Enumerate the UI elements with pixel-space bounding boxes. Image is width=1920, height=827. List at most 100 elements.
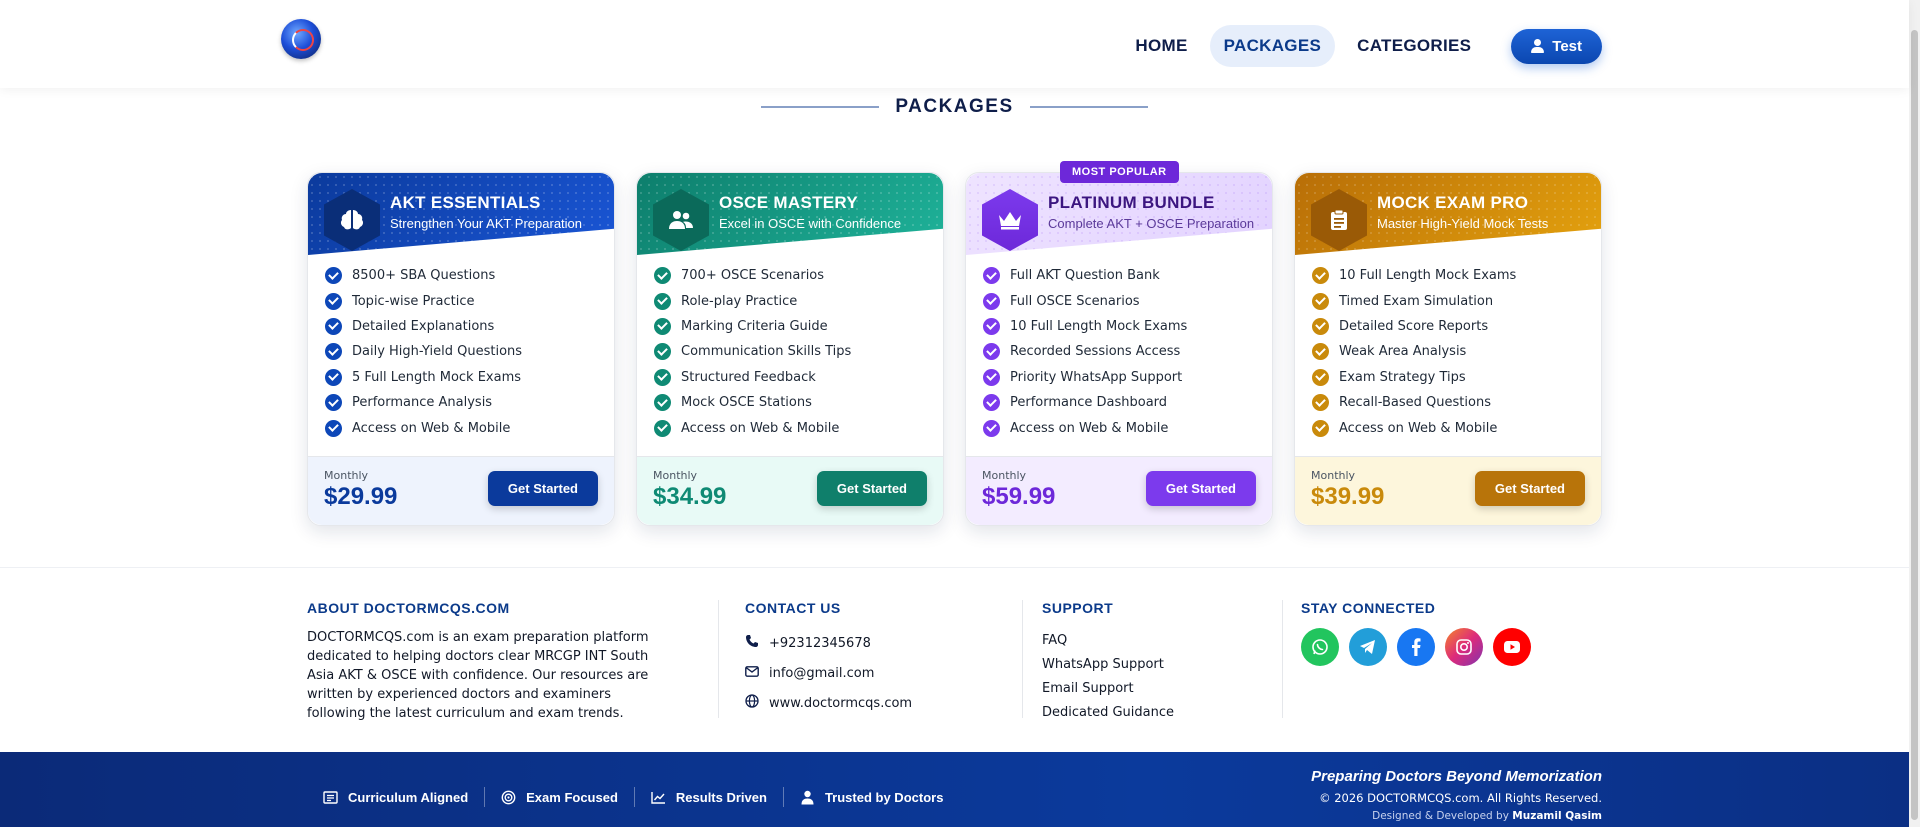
bottom-bar: Curriculum Aligned Exam Focused Results … — [0, 752, 1909, 827]
list-item: Topic-wise Practice — [325, 288, 614, 313]
user-menu-button[interactable]: Test — [1511, 28, 1602, 64]
card-header: AKT ESSENTIALS Strengthen Your AKT Prepa… — [308, 173, 614, 255]
card-header: MOCK EXAM PRO Master High-Yield Mock Tes… — [1295, 173, 1601, 255]
user-icon — [1531, 39, 1545, 53]
check-icon — [654, 394, 671, 412]
list-item: Performance Dashboard — [983, 390, 1272, 415]
nav-home[interactable]: HOME — [1121, 25, 1201, 67]
list-item: Access on Web & Mobile — [654, 415, 943, 440]
developer-link[interactable]: Muzamil Qasim — [1512, 810, 1602, 822]
check-icon — [983, 343, 1000, 361]
scrollbar-thumb[interactable] — [1911, 30, 1918, 820]
list-item: 10 Full Length Mock Exams — [1312, 263, 1601, 288]
feature-label: 700+ OSCE Scenarios — [681, 268, 825, 284]
check-icon — [654, 317, 671, 335]
trust-item: Exam Focused — [485, 790, 634, 805]
list-item: Access on Web & Mobile — [1312, 415, 1601, 440]
telegram-icon[interactable] — [1349, 628, 1387, 666]
navbar: HOME PACKAGES CATEGORIES Test — [0, 0, 1909, 88]
check-icon — [1312, 394, 1329, 412]
check-icon — [1312, 419, 1329, 437]
section-title: PACKAGES — [895, 96, 1014, 117]
section-heading: PACKAGES — [0, 96, 1909, 118]
clipboard-icon — [1311, 189, 1367, 251]
feature-label: Topic-wise Practice — [352, 293, 475, 309]
list-item: Detailed Explanations — [325, 314, 614, 339]
card-footer: Monthly $29.99 Get Started — [308, 456, 614, 525]
billing-period: Monthly — [324, 469, 369, 482]
feature-label: Detailed Explanations — [352, 318, 495, 334]
check-icon — [1312, 292, 1329, 310]
social-links — [1301, 628, 1531, 666]
credits-prefix: Designed & Developed by — [1372, 810, 1509, 822]
contact-email[interactable]: info@gmail.com — [745, 658, 912, 688]
contact-phone[interactable]: +92312345678 — [745, 628, 912, 658]
user-name: Test — [1552, 37, 1582, 55]
feature-label: 10 Full Length Mock Exams — [1010, 318, 1188, 334]
check-icon — [983, 394, 1000, 412]
feature-list: 8500+ SBA Questions Topic-wise Practice … — [308, 255, 614, 441]
site-logo[interactable] — [281, 19, 321, 59]
page-scrollbar[interactable] — [1909, 0, 1920, 827]
list-item: 5 Full Length Mock Exams — [325, 365, 614, 390]
billing-period: Monthly — [1311, 469, 1356, 482]
youtube-icon[interactable] — [1493, 628, 1531, 666]
facebook-icon[interactable] — [1397, 628, 1435, 666]
heading-line-right — [1029, 106, 1148, 108]
check-icon — [654, 267, 671, 285]
book-icon — [323, 790, 338, 804]
feature-label: Weak Area Analysis — [1339, 344, 1467, 360]
check-icon — [983, 317, 1000, 335]
tagline: Preparing Doctors Beyond Memorization — [1311, 768, 1602, 785]
feature-label: Timed Exam Simulation — [1339, 293, 1494, 309]
crown-icon — [982, 189, 1038, 251]
list-item: 10 Full Length Mock Exams — [983, 314, 1272, 339]
get-started-button[interactable]: Get Started — [816, 471, 927, 506]
contact-website[interactable]: www.doctormcqs.com — [745, 688, 912, 718]
globe-icon — [745, 694, 759, 712]
trust-label: Trusted by Doctors — [824, 789, 944, 805]
whatsapp-icon[interactable] — [1301, 628, 1339, 666]
price: $39.99 — [1311, 483, 1385, 510]
get-started-button[interactable]: Get Started — [487, 471, 598, 506]
list-item: Timed Exam Simulation — [1312, 288, 1601, 313]
feature-label: Access on Web & Mobile — [1010, 420, 1169, 436]
list-item: Full OSCE Scenarios — [983, 288, 1272, 313]
support-link-guidance[interactable]: Dedicated Guidance — [1042, 700, 1174, 724]
card-subtitle: Excel in OSCE with Confidence — [719, 216, 902, 231]
instagram-icon[interactable] — [1445, 628, 1483, 666]
feature-label: Access on Web & Mobile — [681, 420, 840, 436]
brain-icon — [324, 189, 380, 251]
trust-label: Exam Focused — [526, 789, 618, 805]
support-link-faq[interactable]: FAQ — [1042, 628, 1174, 652]
check-icon — [983, 292, 1000, 310]
check-icon — [654, 343, 671, 361]
nav-categories[interactable]: CATEGORIES — [1343, 25, 1485, 67]
check-icon — [1312, 317, 1329, 335]
check-icon — [325, 368, 342, 386]
list-item: Exam Strategy Tips — [1312, 365, 1601, 390]
get-started-button[interactable]: Get Started — [1474, 471, 1585, 506]
list-item: Access on Web & Mobile — [325, 415, 614, 440]
footer-contact-title: CONTACT US — [745, 600, 841, 616]
check-icon — [1312, 368, 1329, 386]
list-item: Communication Skills Tips — [654, 339, 943, 364]
list-item: Detailed Score Reports — [1312, 314, 1601, 339]
list-item: Full AKT Question Bank — [983, 263, 1272, 288]
phone-icon — [745, 634, 759, 652]
check-icon — [325, 343, 342, 361]
support-link-whatsapp[interactable]: WhatsApp Support — [1042, 652, 1174, 676]
feature-label: Daily High-Yield Questions — [352, 344, 523, 360]
check-icon — [325, 267, 342, 285]
feature-label: Full OSCE Scenarios — [1010, 293, 1140, 309]
feature-label: 8500+ SBA Questions — [352, 268, 496, 284]
list-item: Structured Feedback — [654, 365, 943, 390]
nav-packages[interactable]: PACKAGES — [1209, 25, 1336, 67]
website-url: www.doctormcqs.com — [769, 695, 913, 711]
email-address: info@gmail.com — [769, 665, 875, 681]
get-started-button[interactable]: Get Started — [1145, 471, 1256, 506]
check-icon — [654, 292, 671, 310]
chart-line-icon — [651, 790, 666, 804]
copyright: © 2026 DOCTORMCQS.com. All Rights Reserv… — [1319, 791, 1602, 805]
support-link-email[interactable]: Email Support — [1042, 676, 1174, 700]
